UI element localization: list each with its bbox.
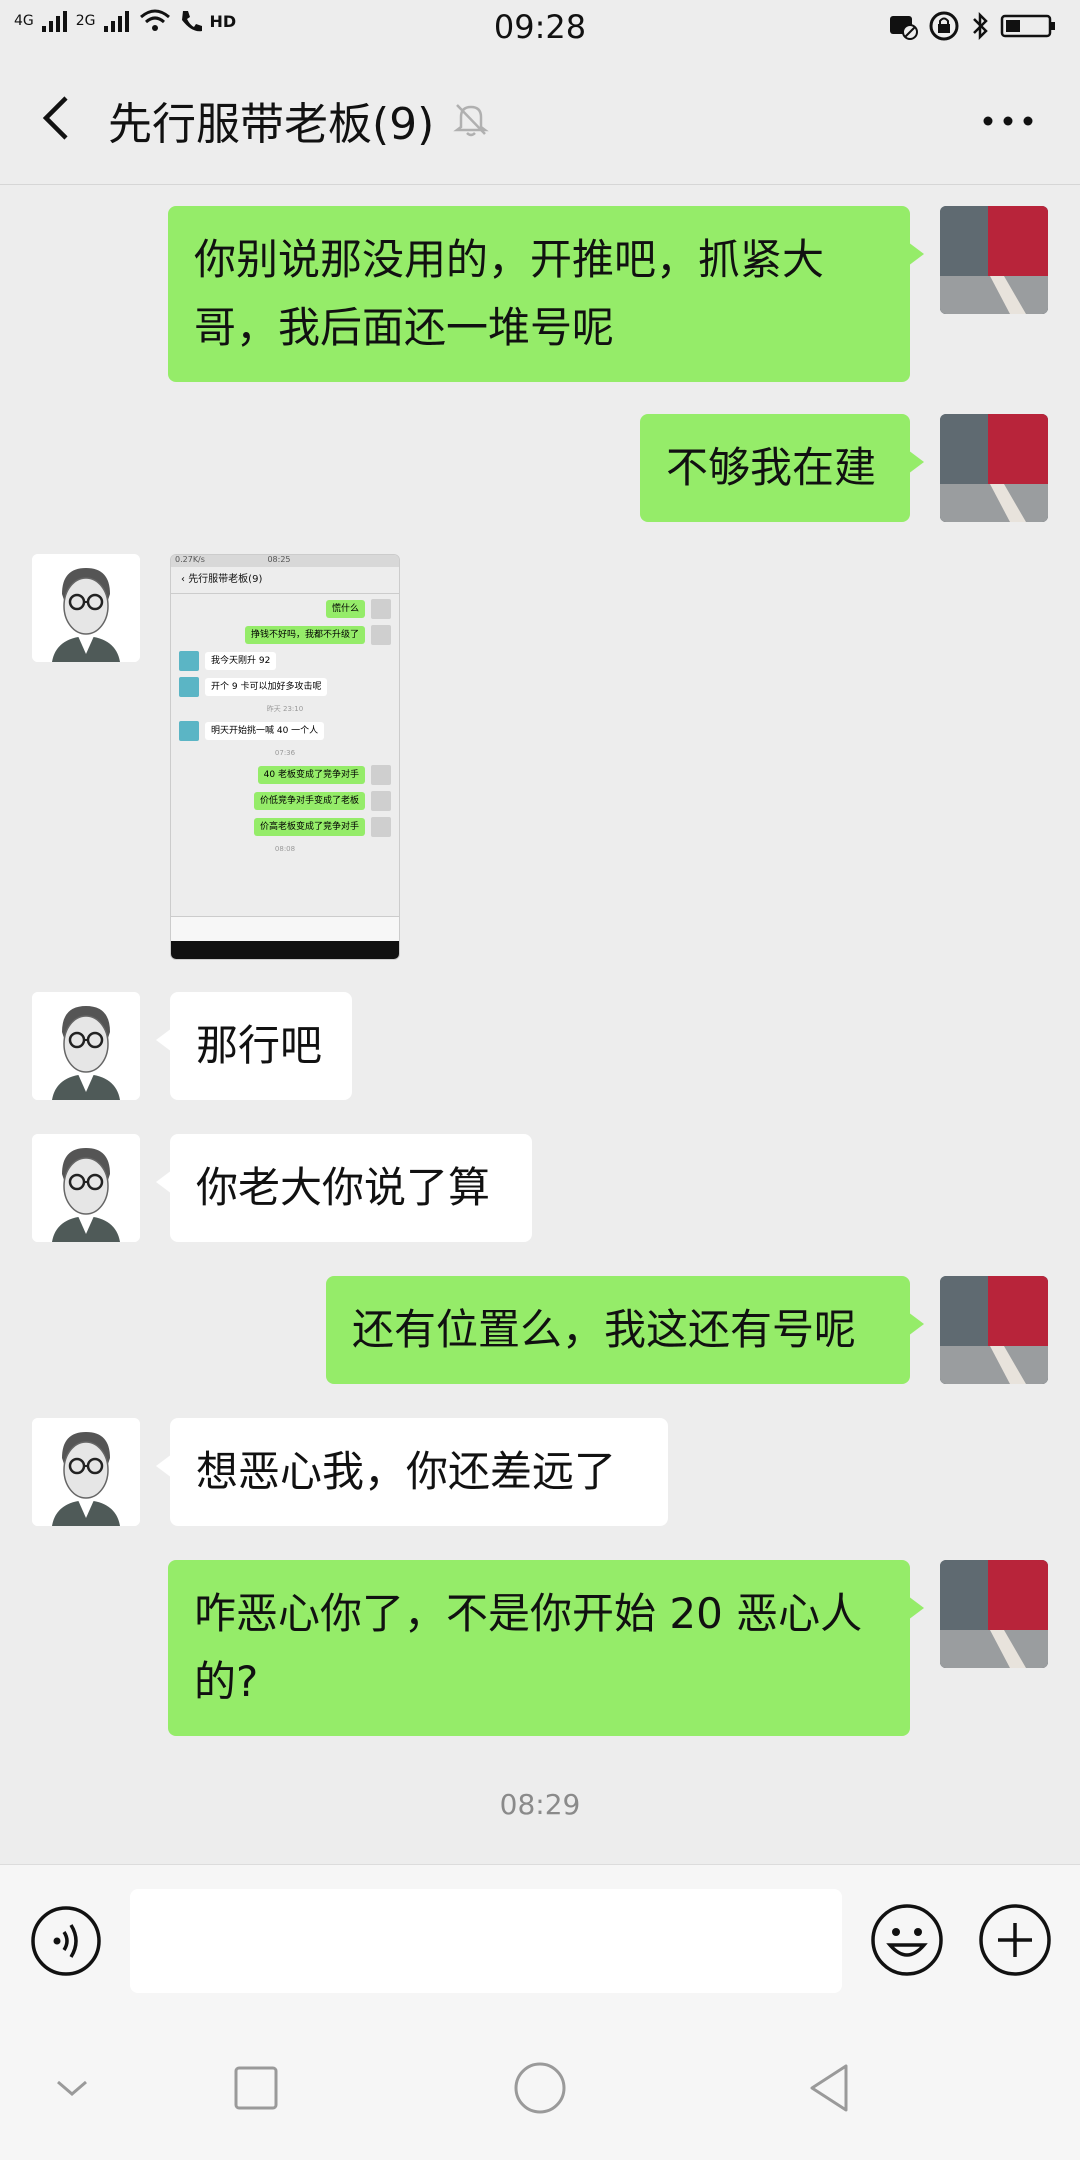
chat-title: 先行服带老板(9) xyxy=(108,99,435,150)
message-input[interactable] xyxy=(130,1889,842,1993)
thumb-bubble: 价低竞争对手变成了老板 xyxy=(253,792,365,810)
contact-avatar[interactable] xyxy=(32,1134,140,1242)
thumb-timestamp: 07:36 xyxy=(274,749,296,757)
thumb-nav-bar xyxy=(171,941,399,959)
message-text: 你别说那没用的，开推吧，抓紧大 xyxy=(194,235,825,284)
message-bubble-mine[interactable]: 咋恶心你了，不是你开始 20 恶心人 的? xyxy=(168,1560,924,1736)
thumb-bubble: 挣钱不好吗，我都不升级了 xyxy=(244,626,365,644)
message-bubble-mine[interactable]: 不够我在建 xyxy=(640,414,924,522)
thumb-avatar xyxy=(371,625,391,645)
notification-icon xyxy=(890,16,918,40)
thumb-avatar xyxy=(179,651,199,671)
thumb-avatar xyxy=(371,765,391,785)
message-bubble-contact[interactable]: 你老大你说了算 xyxy=(156,1134,532,1242)
back-nav-icon[interactable] xyxy=(802,2060,858,2116)
system-indicators xyxy=(888,10,1058,42)
contact-avatar[interactable] xyxy=(32,554,140,662)
thumb-avatar xyxy=(179,721,199,741)
thumb-bubble: 明天开始挑一喊 40 一个人 xyxy=(205,722,325,740)
my-avatar[interactable] xyxy=(940,1276,1048,1384)
chat-header: 先行服带老板(9) xyxy=(0,56,1080,185)
back-icon[interactable] xyxy=(30,90,86,146)
message-bubble-contact[interactable]: 想恶心我，你还差远了 xyxy=(156,1418,668,1526)
chevron-down-icon[interactable] xyxy=(44,2060,100,2116)
message-text: 你老大你说了算 xyxy=(196,1163,491,1212)
message-timestamp: 08:29 xyxy=(499,1788,581,1821)
thumb-avatar xyxy=(371,817,391,837)
contact-avatar[interactable] xyxy=(32,1418,140,1526)
system-nav-bar xyxy=(0,2014,1080,2160)
message-text: 那行吧 xyxy=(196,1021,323,1070)
thumb-bubble: 慌什么 xyxy=(325,600,365,618)
message-text: 不够我在建 xyxy=(666,443,877,492)
battery-icon xyxy=(1000,14,1055,38)
thumb-bubble: 40 老板变成了竞争对手 xyxy=(257,766,365,784)
my-avatar[interactable] xyxy=(940,206,1048,314)
thumb-status-bar: 0.27K/s 08:25 xyxy=(171,555,399,567)
shared-screenshot-image[interactable]: 0.27K/s 08:25 ‹ 先行服带老板(9) 慌什么 挣钱不好吗，我都不升… xyxy=(170,554,400,960)
thumb-timestamp: 昨天 23:10 xyxy=(266,705,304,713)
message-bubble-contact[interactable]: 那行吧 xyxy=(156,992,352,1100)
thumb-avatar xyxy=(371,599,391,619)
emoji-icon[interactable] xyxy=(870,1903,944,1977)
home-icon[interactable] xyxy=(512,2060,568,2116)
message-text: 想恶心我，你还差远了 xyxy=(196,1447,617,1496)
more-icon[interactable] xyxy=(982,114,1034,128)
message-text: 的? xyxy=(194,1657,259,1706)
bluetooth-icon xyxy=(973,11,988,41)
message-list[interactable]: 你别说那没用的，开推吧，抓紧大 哥，我后面还一堆号呢 不够我在建 0.27K/s… xyxy=(0,184,1080,1864)
thumb-input-bar xyxy=(171,916,399,941)
add-icon[interactable] xyxy=(978,1903,1052,1977)
thumb-bubble: 价高老板变成了竞争对手 xyxy=(253,818,365,836)
thumb-bubble: 我今天刚升 92 xyxy=(205,652,277,670)
message-text: 咋恶心你了，不是你开始 20 恶心人 xyxy=(194,1589,863,1638)
message-text: 哥，我后面还一堆号呢 xyxy=(194,303,615,352)
thumb-timestamp: 08:08 xyxy=(274,845,296,853)
thumb-header: ‹ 先行服带老板(9) xyxy=(171,567,399,594)
rotation-lock-icon xyxy=(929,11,959,41)
message-bubble-mine[interactable]: 你别说那没用的，开推吧，抓紧大 哥，我后面还一堆号呢 xyxy=(168,206,924,382)
my-avatar[interactable] xyxy=(940,1560,1048,1668)
thumb-avatar xyxy=(371,791,391,811)
my-avatar[interactable] xyxy=(940,414,1048,522)
recent-apps-icon[interactable] xyxy=(228,2060,284,2116)
input-bar xyxy=(0,1864,1080,2015)
voice-input-icon[interactable] xyxy=(30,1905,102,1977)
status-bar: 4G 2G HD 09:28 xyxy=(0,0,1080,56)
contact-avatar[interactable] xyxy=(32,992,140,1100)
message-bubble-mine[interactable]: 还有位置么，我这还有号呢 xyxy=(326,1276,924,1384)
thumb-bubble: 开个 9 卡可以加好多攻击呢 xyxy=(205,678,328,696)
mute-icon xyxy=(453,104,489,137)
message-text: 还有位置么，我这还有号呢 xyxy=(352,1305,857,1354)
thumb-avatar xyxy=(179,677,199,697)
